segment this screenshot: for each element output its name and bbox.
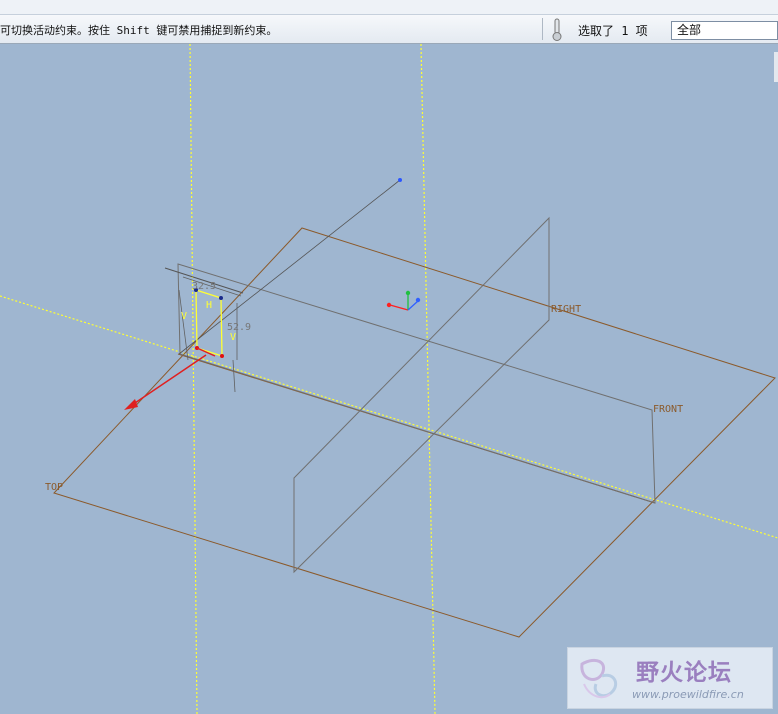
forum-logo-icon [580, 658, 618, 699]
watermark-url: www.proewildfire.cn [632, 688, 744, 701]
datum-right-label[interactable]: RIGHT [551, 304, 581, 315]
watermark-title: 野火论坛 [636, 660, 732, 686]
datum-front-label[interactable]: FRONT [653, 404, 683, 415]
reference-line-vertical-1 [189, 44, 198, 714]
forum-watermark: 野火论坛 www.proewildfire.cn [567, 647, 773, 709]
status-message: 可切换活动约束。按住 Shift 键可禁用捕捉到新约束。 [0, 24, 278, 37]
reference-line-diagonal [0, 295, 778, 539]
graphics-viewport[interactable]: 32.5 52.9 V H V TOP RIGHT FRONT [0, 44, 778, 714]
constraint-horizontal[interactable]: H [206, 300, 212, 311]
datum-right-plane[interactable] [164, 179, 656, 574]
dimension-width[interactable]: 32.5 [192, 281, 216, 292]
constraint-vertical-right[interactable]: V [230, 332, 236, 343]
sketch-references [0, 44, 778, 714]
constraint-vertical-left[interactable]: V [181, 311, 187, 322]
sketch-direction-arrow [124, 347, 216, 410]
reference-line-vertical-2 [420, 44, 436, 714]
selection-filter-select[interactable]: 全部 [671, 21, 778, 40]
datum-top-plane[interactable] [53, 227, 776, 638]
datum-top-label[interactable]: TOP [45, 482, 63, 493]
status-divider [542, 18, 543, 40]
top-toolbar-strip [0, 0, 778, 14]
sketch-origin-point[interactable] [398, 178, 402, 182]
regen-thermometer-icon[interactable] [550, 18, 564, 42]
selection-count: 选取了 1 项 [578, 24, 648, 38]
coordinate-triad-icon [386, 290, 421, 311]
sketch-vertices[interactable] [194, 288, 224, 358]
status-bar: 可切换活动约束。按住 Shift 键可禁用捕捉到新约束。 选取了 1 项 全部 [0, 14, 778, 44]
